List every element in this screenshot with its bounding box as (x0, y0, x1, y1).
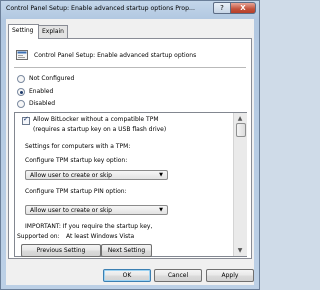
tpm-settings-heading: Settings for computers with a TPM: (25, 143, 131, 150)
usb-requirement-text: (requires a startup key on a USB flash d… (33, 126, 167, 133)
radio-button[interactable] (17, 75, 25, 83)
startup-key-dropdown[interactable]: Allow user to create or skip ▼ (25, 170, 168, 180)
options-scrollbar[interactable]: ▲ ▼ (233, 113, 247, 256)
radio-button[interactable] (17, 88, 25, 96)
window-title: Control Panel Setup: Enable advanced sta… (6, 5, 195, 12)
policy-icon (16, 50, 28, 60)
dropdown-arrow-icon: ▼ (159, 172, 163, 178)
title-bar[interactable]: Control Panel Setup: Enable advanced sta… (1, 1, 259, 18)
supported-on-label: Supported on: (17, 233, 60, 240)
important-note: IMPORTANT: If you require the startup ke… (25, 223, 153, 230)
dropdown-arrow-icon: ▼ (159, 207, 163, 213)
startup-key-label: Configure TPM startup key option: (25, 157, 128, 164)
tab-setting[interactable]: Setting (8, 24, 39, 39)
ok-button[interactable]: OK (103, 269, 151, 282)
startup-pin-label: Configure TPM startup PIN option: (25, 188, 127, 195)
radio-label: Disabled (29, 100, 56, 107)
apply-button[interactable]: Apply (206, 269, 254, 282)
help-button[interactable]: ? (213, 2, 231, 14)
scroll-thumb[interactable] (236, 123, 246, 137)
next-setting-button[interactable]: Next Setting (101, 244, 152, 257)
cancel-button[interactable]: Cancel (154, 269, 202, 282)
tab-explain[interactable]: Explain (38, 25, 68, 38)
scroll-down-icon[interactable]: ▼ (236, 247, 244, 254)
allow-bitlocker-label: Allow BitLocker without a compatible TPM (33, 116, 159, 123)
previous-setting-button[interactable]: Previous Setting (21, 244, 101, 257)
policy-title: Control Panel Setup: Enable advanced sta… (34, 52, 197, 59)
separator (14, 67, 246, 68)
radio-label: Enabled (29, 88, 54, 95)
dropdown-value: Allow user to create or skip (30, 172, 112, 179)
startup-pin-dropdown[interactable]: Allow user to create or skip ▼ (25, 205, 168, 215)
radio-button[interactable] (17, 100, 25, 108)
scroll-up-icon[interactable]: ▲ (236, 115, 244, 122)
radio-label: Not Configured (29, 75, 75, 82)
allow-bitlocker-checkbox[interactable] (22, 115, 30, 125)
supported-on-value: At least Windows Vista (66, 233, 135, 240)
dropdown-value: Allow user to create or skip (30, 207, 112, 214)
close-button[interactable]: X (230, 2, 256, 14)
